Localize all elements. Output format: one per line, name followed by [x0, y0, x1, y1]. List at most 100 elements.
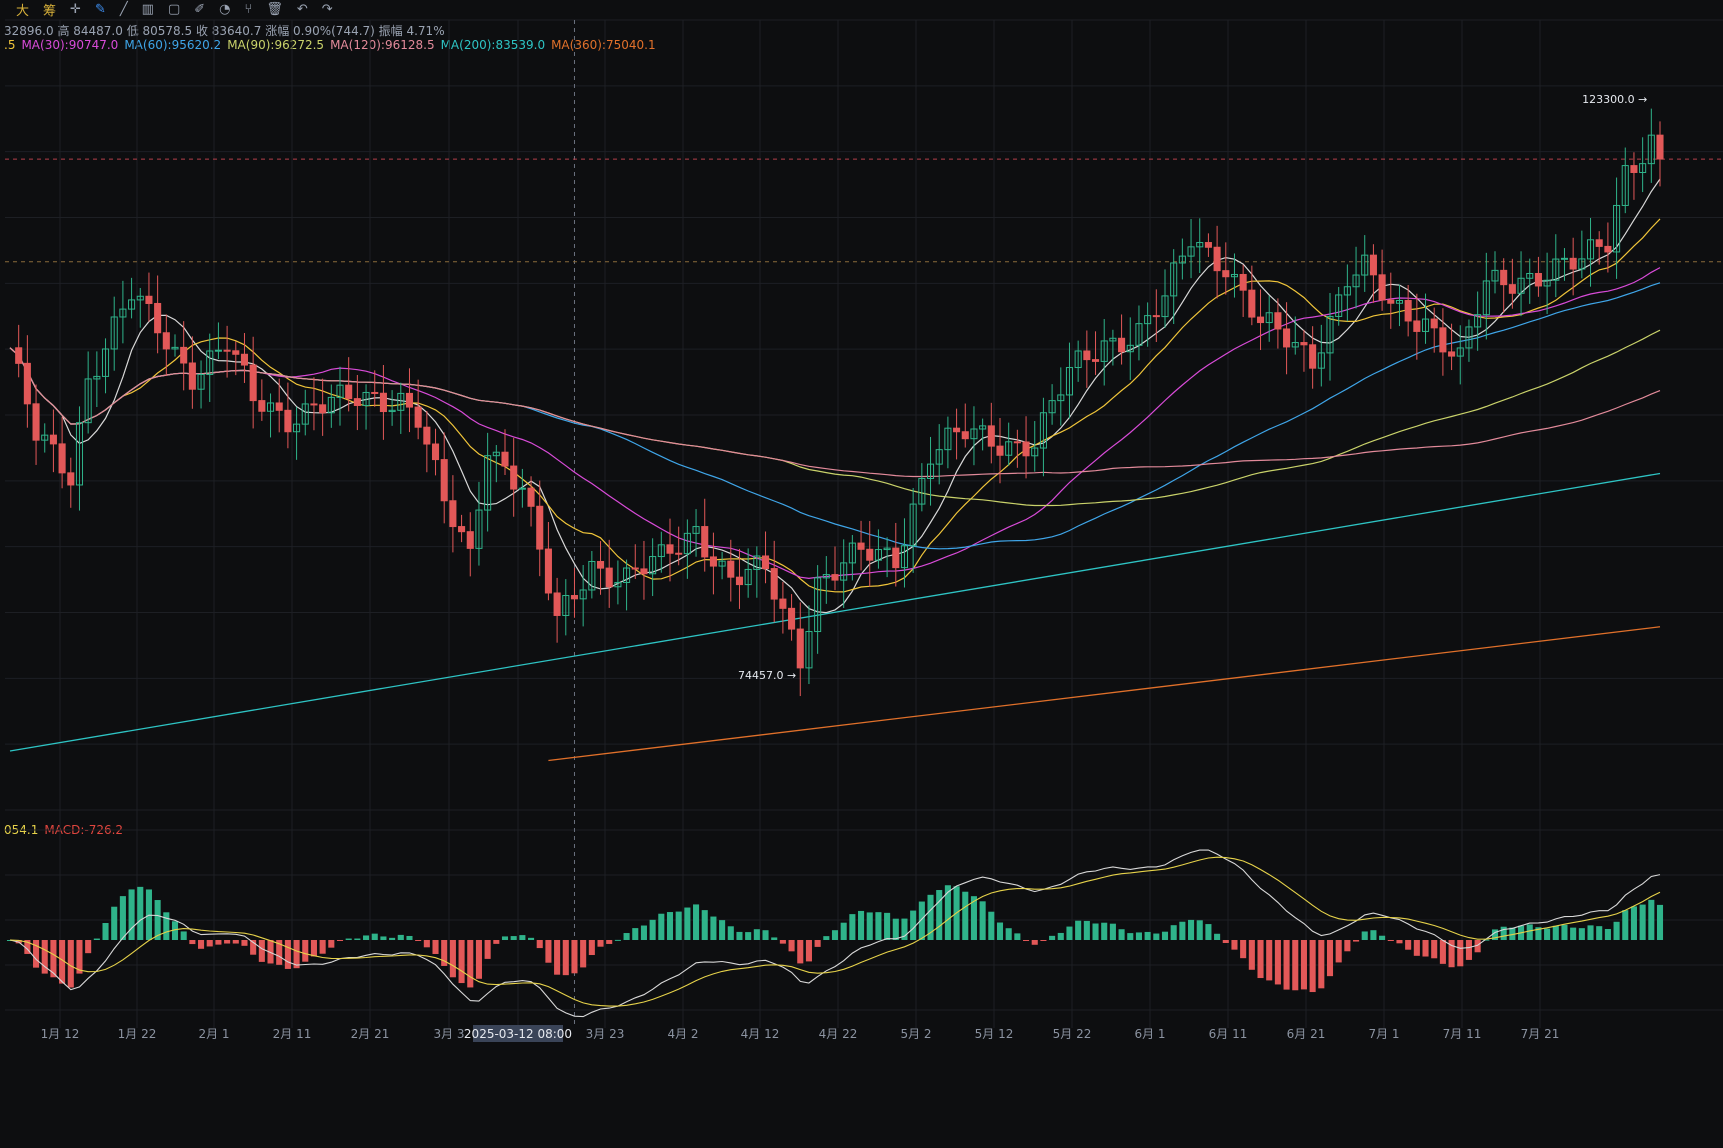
- candle-body: [319, 404, 327, 414]
- macd-bar: [475, 940, 482, 979]
- candle-body: [1309, 344, 1317, 369]
- candle-body: [449, 500, 457, 528]
- candle-body: [796, 628, 804, 669]
- macd-bar: [875, 912, 882, 940]
- candle-body: [32, 403, 40, 441]
- candle-body: [1222, 270, 1230, 278]
- candle-body: [466, 531, 474, 549]
- macd-bar: [528, 937, 535, 940]
- macd-bar: [189, 940, 196, 945]
- ma-line: [9, 267, 1661, 580]
- macd-bar: [753, 929, 760, 940]
- candle-body: [770, 568, 778, 600]
- candle-body: [1300, 342, 1308, 346]
- macd-bar: [675, 911, 682, 940]
- macd-bar: [345, 938, 352, 940]
- candle-body: [866, 548, 874, 561]
- candle-body: [1239, 273, 1247, 291]
- macd-bar: [580, 940, 587, 968]
- macd-bar: [562, 940, 569, 976]
- candle-body: [258, 400, 266, 412]
- candle-body: [961, 431, 969, 440]
- macd-bar: [1300, 940, 1307, 990]
- candle-body: [605, 567, 613, 588]
- macd-bar: [988, 911, 995, 940]
- candle-body: [249, 364, 257, 402]
- macd-bar: [1370, 930, 1377, 940]
- candle-body: [180, 346, 188, 364]
- macd-bar: [536, 940, 543, 949]
- macd-bar: [1648, 899, 1655, 940]
- candle-body: [544, 548, 552, 594]
- macd-bar: [423, 940, 430, 948]
- macd-bar: [797, 940, 804, 964]
- candle-body: [1083, 350, 1091, 361]
- macd-bar: [458, 940, 465, 984]
- candle-body: [1118, 337, 1126, 353]
- candle-body: [1022, 441, 1030, 457]
- macd-bar: [163, 912, 170, 940]
- macd-bar: [1274, 940, 1281, 985]
- macd-bar: [1075, 920, 1082, 940]
- candle-body: [996, 445, 1004, 456]
- macd-bar: [1552, 925, 1559, 940]
- candle-body: [987, 425, 995, 447]
- macd-bar: [1439, 940, 1446, 964]
- macd-bar: [371, 933, 378, 940]
- candle-body: [1413, 320, 1421, 332]
- macd-bar: [363, 935, 370, 940]
- macd-bar: [1379, 935, 1386, 940]
- candle-body: [431, 443, 440, 461]
- macd-bar: [1309, 940, 1316, 993]
- macd-bar: [979, 901, 986, 940]
- candlestick-chart[interactable]: 1月 12 1月 22 2月 1 2月 11 2月 21 3月 3 2025-03-12 0…: [0, 0, 1723, 1148]
- candle-body: [1378, 274, 1386, 301]
- macd-bar: [102, 922, 109, 940]
- macd-bar: [666, 912, 674, 940]
- macd-bar: [1587, 925, 1594, 940]
- ma-line: [548, 626, 1661, 762]
- macd-bar: [1570, 927, 1577, 940]
- macd-bar: [33, 940, 40, 968]
- ma-line: [9, 218, 1661, 593]
- macd-bar: [545, 940, 552, 963]
- macd-bar: [1161, 931, 1169, 940]
- candle-body: [1213, 246, 1221, 272]
- candle-body: [162, 332, 170, 350]
- candle-body: [1595, 239, 1603, 247]
- macd-bar: [858, 910, 865, 940]
- candle-body: [1430, 318, 1438, 329]
- candle-body: [709, 556, 717, 567]
- macd-bar: [727, 926, 734, 940]
- macd-bar: [1101, 922, 1108, 940]
- macd-bar: [640, 925, 647, 940]
- candle-body: [1152, 315, 1160, 318]
- x-tick-label: 4月 2: [667, 1027, 698, 1041]
- macd-bar: [137, 886, 144, 940]
- candle-body: [1387, 299, 1395, 304]
- macd-bar: [1656, 904, 1664, 940]
- macd-bar: [762, 930, 769, 940]
- candle-body: [1283, 328, 1291, 348]
- macd-bar: [910, 910, 917, 940]
- candle-body: [735, 576, 744, 586]
- macd-bar: [1266, 940, 1273, 981]
- candle-body: [458, 526, 466, 533]
- candle-body: [353, 398, 361, 406]
- candle-body: [58, 443, 66, 474]
- macd-bar: [866, 912, 873, 940]
- macd-bar: [588, 940, 595, 956]
- macd-bar: [892, 918, 899, 940]
- candle-body: [1256, 316, 1265, 324]
- macd-bar: [1092, 923, 1099, 940]
- macd-bar: [319, 940, 326, 954]
- macd-bar: [232, 940, 239, 944]
- macd-bar: [1049, 935, 1056, 940]
- macd-bar: [1005, 928, 1012, 940]
- macd-bar: [658, 913, 665, 940]
- macd-bar: [554, 940, 561, 975]
- macd-bar: [501, 936, 509, 940]
- macd-bar: [1240, 940, 1247, 959]
- macd-bar: [1344, 940, 1351, 952]
- candle-body: [371, 391, 379, 394]
